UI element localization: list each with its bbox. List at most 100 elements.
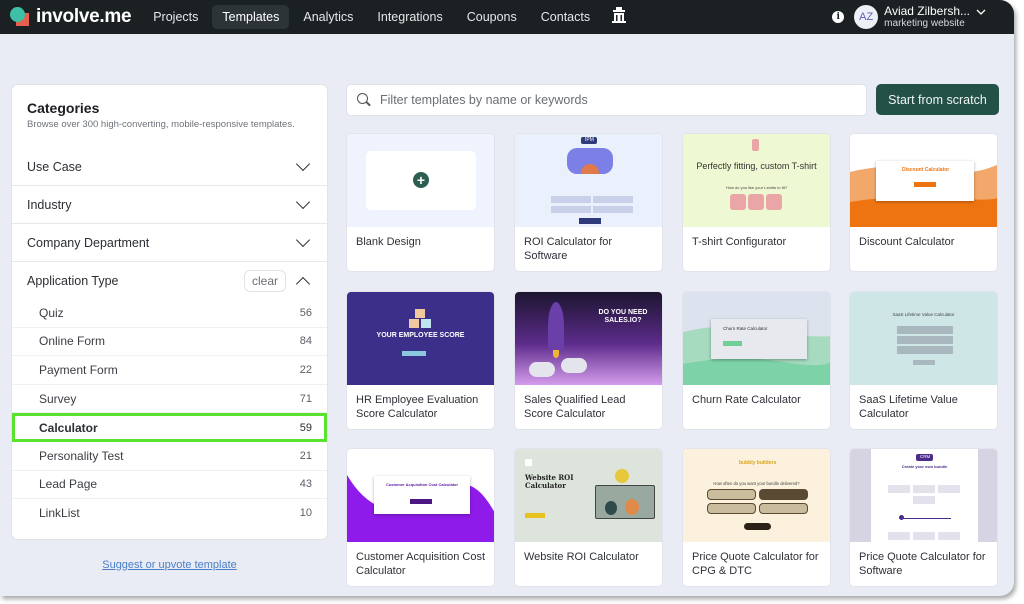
thumb-text: Discount Calculator [902, 167, 950, 173]
user-menu[interactable]: Aviad Zilbersh... marketing website [884, 5, 970, 30]
brand-logo[interactable]: involve.me [10, 6, 132, 28]
template-title: ROI Calculator for Software [524, 236, 613, 262]
item-label: Survey [39, 391, 77, 406]
template-title: Blank Design [356, 236, 421, 248]
chevron-up-icon[interactable] [295, 276, 311, 291]
nav-templates[interactable]: Templates [212, 5, 290, 29]
logo-mark-icon [10, 6, 32, 28]
chevron-down-icon [295, 232, 311, 248]
template-card-price-software[interactable]: CRM Create your own bundle Price Quote C… [849, 448, 998, 587]
template-title: Website ROI Calculator [524, 551, 639, 563]
template-title: Price Quote Calculator for Software [859, 551, 986, 577]
template-thumbnail: IPM [515, 134, 662, 227]
user-area: i AZ Aviad Zilbersh... marketing website [832, 5, 986, 30]
start-from-scratch-button[interactable]: Start from scratch [876, 84, 999, 115]
template-card-saas-ltv[interactable]: SaaS Lifetime Value Calculator SaaS Life… [849, 291, 998, 430]
thumb-text: bubbly builders [739, 460, 777, 466]
search-icon [357, 93, 371, 107]
thumb-text: Website ROI Calculator [525, 473, 574, 490]
section-label: Industry [27, 197, 72, 212]
categories-title: Categories [27, 100, 100, 116]
thumb-text: IPM [585, 137, 594, 143]
thumb-subtext: How often do you want your bundle delive… [713, 481, 800, 486]
template-card-churn-rate[interactable]: Churn Rate Calculator Churn Rate Calcula… [682, 291, 831, 430]
template-search[interactable] [346, 84, 867, 116]
top-navigation-bar: involve.me Projects Templates Analytics … [0, 0, 1014, 34]
item-label: Lead Page [39, 477, 98, 492]
template-card-website-roi[interactable]: Website ROI Calculator Website ROI Calcu… [514, 448, 663, 587]
thumb-text: Customer Acquisition Cost Calculator [385, 482, 459, 487]
categories-subtitle: Browse over 300 high-converting, mobile-… [27, 119, 295, 130]
nav-coupons[interactable]: Coupons [457, 5, 527, 29]
item-label: Calculator [39, 420, 98, 435]
filter-industry[interactable]: Industry [12, 186, 327, 224]
template-card-cac[interactable]: Customer Acquisition Cost Calculator Cus… [346, 448, 495, 587]
template-card-tshirt[interactable]: Perfectly fitting, custom T-shirt How do… [682, 133, 831, 272]
item-count: 10 [299, 507, 312, 520]
template-title: Customer Acquisition Cost Calculator [356, 551, 485, 577]
template-title: SaaS Lifetime Value Calculator [859, 394, 958, 420]
item-label: Quiz [39, 305, 64, 320]
section-label: Application Type [27, 274, 119, 288]
template-title: Price Quote Calculator for CPG & DTC [692, 551, 819, 577]
brand-name: involve.me [36, 6, 132, 27]
building-icon[interactable] [612, 6, 627, 28]
filter-company-department[interactable]: Company Department [12, 224, 327, 262]
thumb-text: SaaS Lifetime Value Calculator [892, 312, 955, 317]
template-card-roi-software[interactable]: IPM ROI Calculator for Software [514, 133, 663, 272]
app-type-payment-form[interactable]: Payment Form 22 [12, 356, 327, 385]
filter-application-type[interactable]: Application Type clear [12, 262, 327, 300]
app-type-online-form[interactable]: Online Form 84 [12, 328, 327, 357]
template-thumbnail: SaaS Lifetime Value Calculator [850, 292, 997, 385]
thumb-subtext: How do you like your t-shirts to fit? [725, 185, 788, 190]
nav-analytics[interactable]: Analytics [293, 5, 363, 29]
app-type-survey[interactable]: Survey 71 [12, 385, 327, 414]
search-input[interactable] [380, 93, 820, 107]
template-thumbnail: bubbly builders How often do you want yo… [683, 449, 830, 542]
item-count: 59 [299, 421, 312, 434]
template-card-cpg-dtc[interactable]: bubbly builders How often do you want yo… [682, 448, 831, 587]
template-card-sales-lead[interactable]: DO YOU NEED SALES.IO? Sales Qualified Le… [514, 291, 663, 430]
clear-filter-button[interactable]: clear [243, 270, 286, 292]
item-count: 21 [299, 449, 312, 462]
template-card-blank-design[interactable]: + Blank Design [346, 133, 495, 272]
template-thumbnail: Website ROI Calculator [515, 449, 662, 542]
app-type-calculator[interactable]: Calculator 59 [12, 413, 327, 442]
thumb-subtext: Create your own bundle [901, 464, 948, 469]
nav-integrations[interactable]: Integrations [367, 5, 452, 29]
app-type-personality-test[interactable]: Personality Test 21 [12, 442, 327, 471]
template-thumbnail: + [347, 134, 494, 227]
thumb-text: CRM [920, 454, 931, 459]
template-title: HR Employee Evaluation Score Calculator [356, 394, 479, 420]
thumb-text: DO YOU NEED SALES.IO? [598, 309, 648, 324]
template-title: T-shirt Configurator [692, 236, 787, 248]
app-type-linklist[interactable]: LinkList 10 [12, 499, 327, 528]
thumb-text: YOUR EMPLOYEE SCORE [376, 332, 465, 339]
nav-contacts[interactable]: Contacts [531, 5, 600, 29]
thumb-text: Perfectly fitting, custom T-shirt [696, 161, 817, 171]
suggest-template-link[interactable]: Suggest or upvote template [11, 559, 328, 571]
item-label: LinkList [39, 506, 80, 521]
info-icon[interactable]: i [832, 11, 845, 23]
item-count: 84 [299, 335, 312, 348]
template-thumbnail: CRM Create your own bundle [850, 449, 997, 542]
main-nav: Projects Templates Analytics Integration… [143, 0, 627, 34]
item-label: Payment Form [39, 362, 118, 377]
workspace-name: marketing website [884, 17, 965, 29]
item-count: 71 [299, 392, 312, 405]
chevron-down-icon [295, 194, 311, 210]
item-count: 43 [299, 478, 312, 491]
template-card-discount[interactable]: Discount Calculator Discount Calculator [849, 133, 998, 272]
template-title: Churn Rate Calculator [692, 394, 801, 406]
filter-use-case[interactable]: Use Case [12, 148, 327, 186]
section-label: Use Case [27, 159, 82, 174]
chevron-down-icon[interactable] [976, 7, 986, 18]
nav-projects[interactable]: Projects [143, 5, 208, 29]
user-name: Aviad Zilbersh... [884, 3, 970, 18]
categories-panel: Categories Browse over 300 high-converti… [11, 84, 328, 540]
template-title: Discount Calculator [859, 236, 955, 248]
template-card-hr-employee[interactable]: YOUR EMPLOYEE SCORE HR Employee Evaluati… [346, 291, 495, 430]
app-type-quiz[interactable]: Quiz 56 [12, 299, 327, 328]
app-type-lead-page[interactable]: Lead Page 43 [12, 471, 327, 500]
avatar[interactable]: AZ [854, 5, 879, 29]
